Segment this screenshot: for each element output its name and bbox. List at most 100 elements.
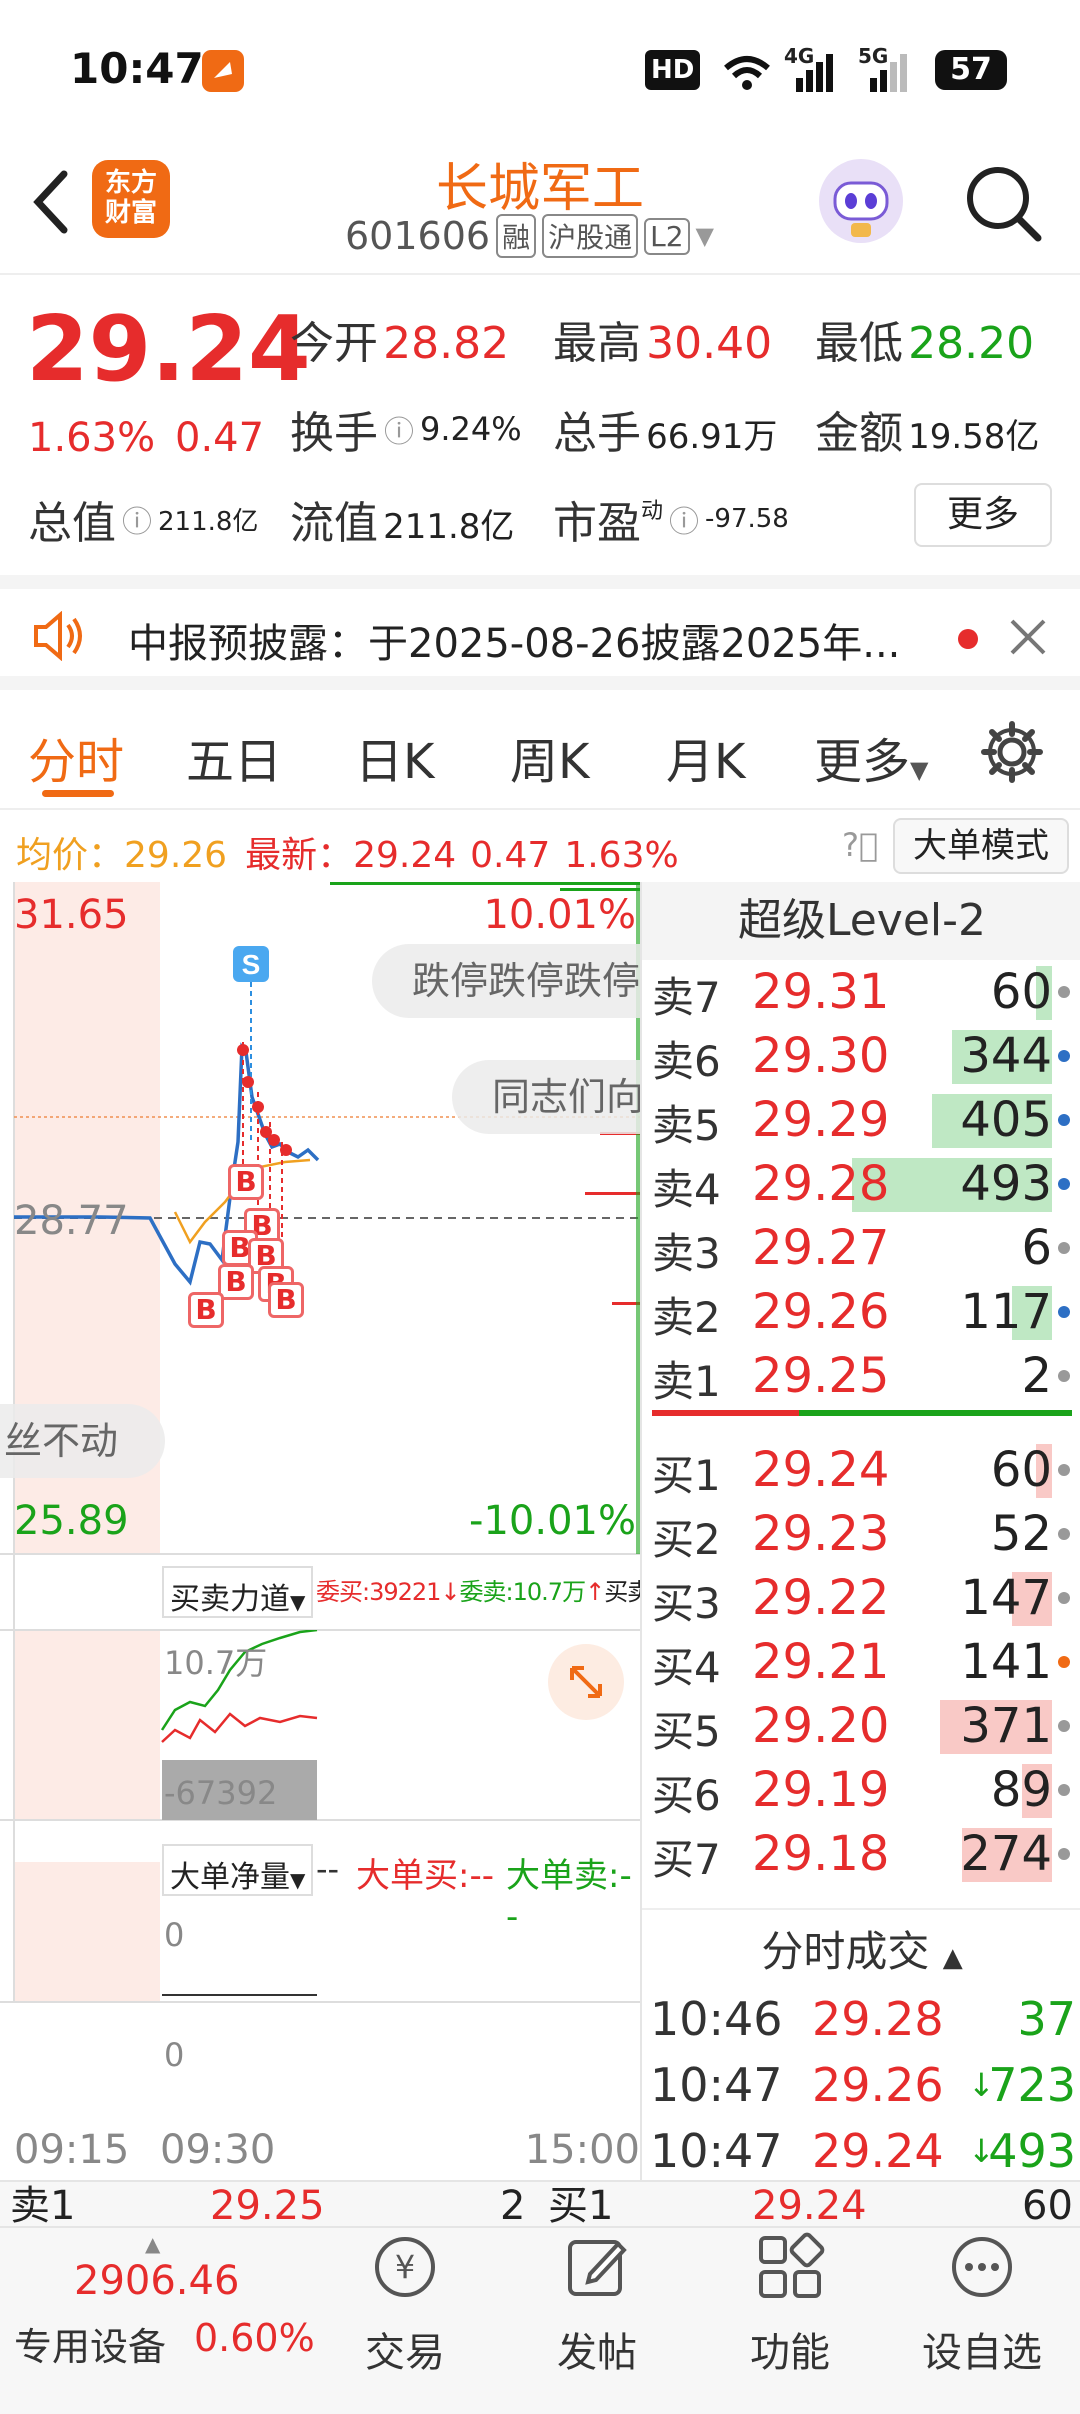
battery-icon: 57 — [935, 50, 1007, 90]
buy-row[interactable]: 买2 29.23 52 — [642, 1502, 1080, 1566]
order-price: 29.19 — [752, 1762, 890, 1818]
tab-weekly-k[interactable]: 周K — [510, 722, 589, 792]
tab-intraday[interactable]: 分时 — [28, 722, 124, 792]
order-dot-icon — [1058, 1592, 1070, 1604]
order-volume: 89 — [990, 1762, 1052, 1818]
order-price: 29.30 — [752, 1028, 890, 1084]
sell-row[interactable]: 卖4 29.28 493 — [642, 1152, 1080, 1216]
volume-field: 总手 66.91万 — [553, 397, 777, 461]
order-volume: 52 — [990, 1506, 1052, 1562]
side-label: 买5 — [652, 1707, 721, 1756]
pe-field[interactable]: 市盈动 ⓘ -97.58 — [553, 487, 789, 551]
trade-row: 10:47 29.26 ↓ 723 — [642, 2058, 1080, 2124]
danmu-bubble[interactable]: 同志们向 — [452, 1060, 640, 1134]
danmu-bubble[interactable]: 丝不动 — [0, 1404, 165, 1478]
robot-avatar-icon[interactable] — [815, 155, 907, 247]
high-label: 最高 — [553, 318, 641, 369]
order-price: 29.25 — [752, 1348, 890, 1404]
buy-row[interactable]: 买3 29.22 147 — [642, 1566, 1080, 1630]
info-icon: ⓘ — [669, 505, 700, 540]
buy-marker: B — [268, 1282, 304, 1318]
search-icon[interactable] — [962, 162, 1046, 250]
more-button[interactable]: 更多 — [914, 483, 1052, 547]
order-price: 29.18 — [752, 1826, 890, 1882]
margin-tag: 融 — [496, 214, 537, 258]
side-label: 卖5 — [652, 1101, 721, 1150]
sector-name[interactable]: 专用设备 — [14, 2316, 166, 2371]
latest-label: 最新： — [245, 835, 354, 876]
level2-tag: L2 — [644, 217, 690, 255]
level2-title: 超级Level-2 — [642, 882, 1080, 960]
trades-header[interactable]: 分时成交 ▲ — [642, 1908, 1080, 1992]
quote-panel: 29.24 1.63% 0.47 今开 28.82 最高 30.40 最低 28… — [0, 277, 1080, 572]
nav-functions[interactable]: 功能 — [690, 2232, 890, 2378]
tab-daily-k[interactable]: 日K — [355, 722, 434, 792]
close-icon[interactable] — [1006, 615, 1050, 663]
time-axis-end: 15:00 — [524, 2127, 640, 2173]
order-book[interactable]: 超级Level-2 卖7 29.31 60 卖6 29.30 344 卖5 29.29 405 卖… — [640, 882, 1080, 2182]
mktcap-label: 总值 — [28, 498, 116, 549]
buy-row[interactable]: 买5 29.20 371 — [642, 1694, 1080, 1758]
sell-row[interactable]: 卖1 29.25 2 — [642, 1344, 1080, 1408]
gear-icon[interactable] — [980, 720, 1044, 788]
tab-more-label: 更多 — [814, 734, 911, 790]
order-dot-icon — [1058, 1050, 1070, 1062]
sell-row[interactable]: 卖3 29.27 6 — [642, 1216, 1080, 1280]
strip-sell-label: 卖1 — [10, 2183, 76, 2226]
index-value[interactable]: 2906.46 — [74, 2258, 239, 2304]
strip-buy-price: 29.24 — [752, 2183, 867, 2226]
buy-row[interactable]: 买4 29.21 141 — [642, 1630, 1080, 1694]
high-value: 30.40 — [646, 318, 773, 369]
indicator1-values: 委买:39221↓委卖:10.7万↑买卖差:-67392 — [316, 1572, 640, 1607]
book-divider — [652, 1410, 1072, 1416]
amount-value: 19.58亿 — [908, 417, 1040, 457]
intraday-chart[interactable]: S B B B B B B B B 31.65 10.01% 28.77 25.… — [0, 882, 640, 2182]
stock-code: 601606 — [345, 214, 491, 258]
tab-monthly-k[interactable]: 月K — [666, 722, 745, 792]
big-order-mode-button[interactable]: 大单模式 — [893, 818, 1069, 874]
chevron-down-icon: ▼ — [695, 222, 714, 250]
nav-post[interactable]: 发帖 — [497, 2232, 697, 2378]
sell-row[interactable]: 卖2 29.26 117 — [642, 1280, 1080, 1344]
order-price: 29.23 — [752, 1506, 890, 1562]
side-label: 卖4 — [652, 1165, 721, 1214]
buy-row[interactable]: 买1 29.24 60 — [642, 1438, 1080, 1502]
sector-pct[interactable]: 0.60% — [194, 2316, 315, 2360]
speaker-icon — [30, 610, 90, 665]
float-field: 流值 211.8亿 — [290, 487, 514, 551]
sell-row[interactable]: 卖6 29.30 344 — [642, 1024, 1080, 1088]
indicator1-select[interactable]: 买卖力道▼ — [162, 1566, 314, 1618]
sell-row[interactable]: 卖7 29.31 60 — [642, 960, 1080, 1024]
edit-icon — [562, 2232, 632, 2302]
pe-value: -97.58 — [705, 504, 789, 534]
float-value: 211.8亿 — [383, 507, 515, 547]
side-label: 买3 — [652, 1579, 721, 1628]
order-volume: 147 — [960, 1570, 1052, 1626]
notice-bar[interactable]: 中报预披露：于2025-08-26披露2025年... — [0, 575, 1080, 690]
order-dot-icon — [1058, 1242, 1070, 1254]
stock-code-row[interactable]: 601606 融 沪股通 L2 ▼ — [345, 214, 714, 258]
buy-row[interactable]: 买7 29.18 274 — [642, 1822, 1080, 1886]
order-volume: 274 — [960, 1826, 1052, 1882]
trade-volume: 493 — [988, 2124, 1076, 2178]
nav-functions-label: 功能 — [750, 2330, 830, 2376]
expand-icon[interactable] — [548, 1644, 624, 1720]
sell-marker-label: S — [242, 949, 261, 980]
buy-row[interactable]: 买6 29.19 89 — [642, 1758, 1080, 1822]
sell-row[interactable]: 卖5 29.29 405 — [642, 1088, 1080, 1152]
strip-buy-label: 买1 — [548, 2183, 614, 2226]
turnover-field[interactable]: 换手 ⓘ 9.24% — [290, 397, 522, 461]
tab-five-day[interactable]: 五日 — [186, 722, 282, 792]
nav-trade[interactable]: ¥ 交易 — [305, 2232, 505, 2378]
order-dot-icon — [1058, 1528, 1070, 1540]
tab-more[interactable]: 更多▼ — [814, 722, 928, 792]
price-axis-mid: 28.77 — [14, 1198, 129, 1244]
help-icon[interactable]: ?⃝ — [842, 826, 878, 864]
order-dot-icon — [1058, 1656, 1070, 1668]
nav-watchlist[interactable]: 设自选 — [882, 2232, 1080, 2378]
order-volume: 344 — [960, 1028, 1052, 1084]
danmu-bubble[interactable]: 跌停跌停跌停 — [372, 944, 640, 1018]
indicator2-bottom-value: 0 — [164, 2036, 185, 2074]
order-price: 29.24 — [752, 1442, 890, 1498]
mktcap-field[interactable]: 总值 ⓘ 211.8亿 — [28, 487, 258, 551]
